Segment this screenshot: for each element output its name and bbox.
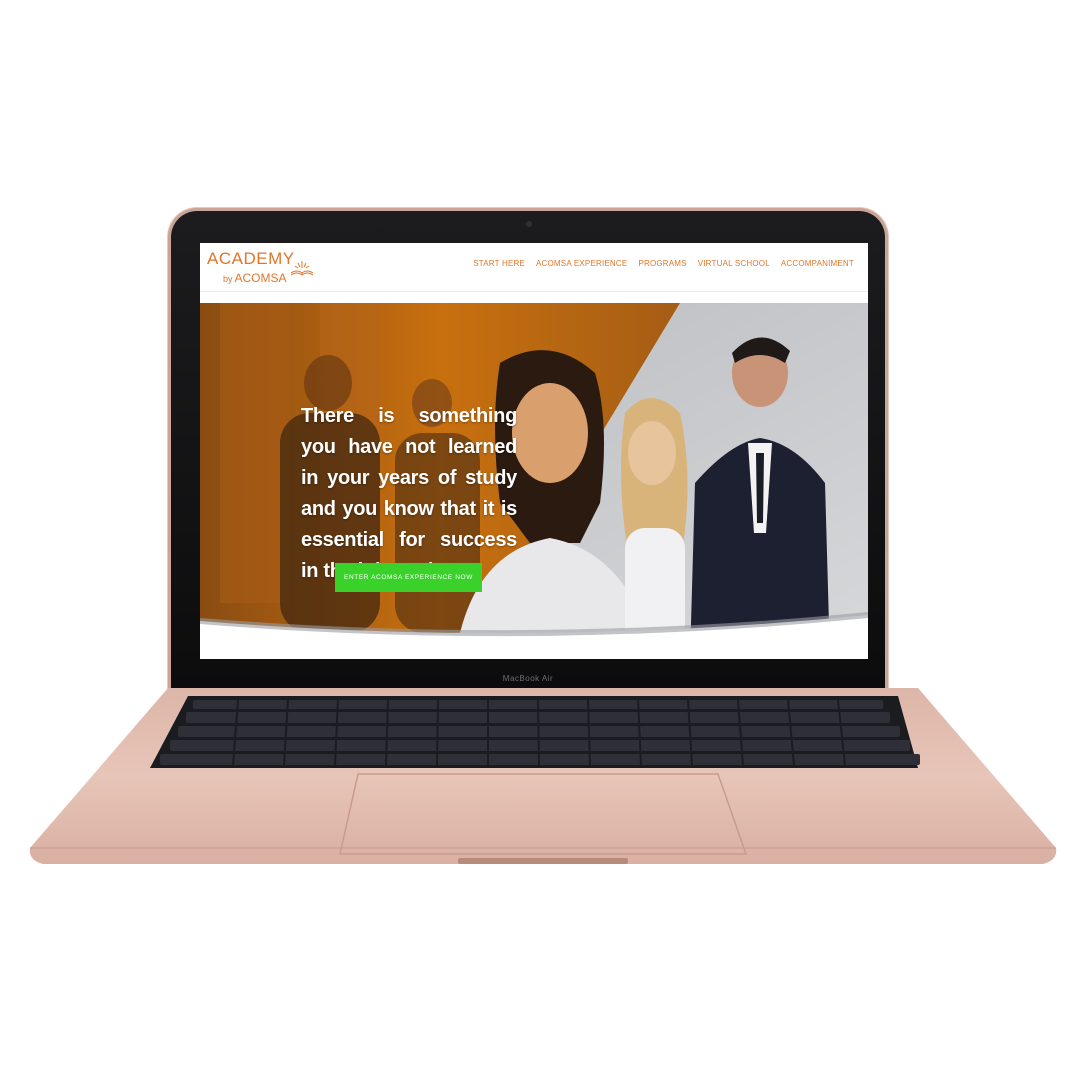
- enter-experience-button[interactable]: ENTER ACOMSA EXPERIENCE NOW: [335, 563, 482, 592]
- site-header: ACADEMY by ACOMSA START HERE ACOMSA EXPER…: [200, 243, 868, 292]
- nav-accompaniment[interactable]: ACCOMPANIMENT: [781, 259, 854, 268]
- nav-programs[interactable]: PROGRAMS: [638, 259, 686, 268]
- book-icon: [290, 261, 314, 276]
- nav-acomsa-experience[interactable]: ACOMSA EXPERIENCE: [536, 259, 627, 268]
- hero-headline: There is something you have not learned …: [301, 405, 517, 582]
- device-label: MacBook Air: [502, 674, 554, 683]
- main-nav: START HERE ACOMSA EXPERIENCE PROGRAMS VI…: [473, 259, 854, 268]
- browser-screen: ACADEMY by ACOMSA START HERE ACOMSA EXPER…: [200, 243, 868, 659]
- site-logo[interactable]: ACADEMY by ACOMSA: [207, 249, 317, 287]
- logo-main-text: ACADEMY: [207, 249, 295, 268]
- nav-start-here[interactable]: START HERE: [473, 259, 525, 268]
- laptop-base: [29, 688, 1057, 864]
- nav-virtual-school[interactable]: VIRTUAL SCHOOL: [698, 259, 770, 268]
- logo-sub-text: by ACOMSA: [223, 271, 287, 285]
- camera-icon: [526, 221, 532, 227]
- hero-banner: There is something you have not learned …: [200, 303, 868, 659]
